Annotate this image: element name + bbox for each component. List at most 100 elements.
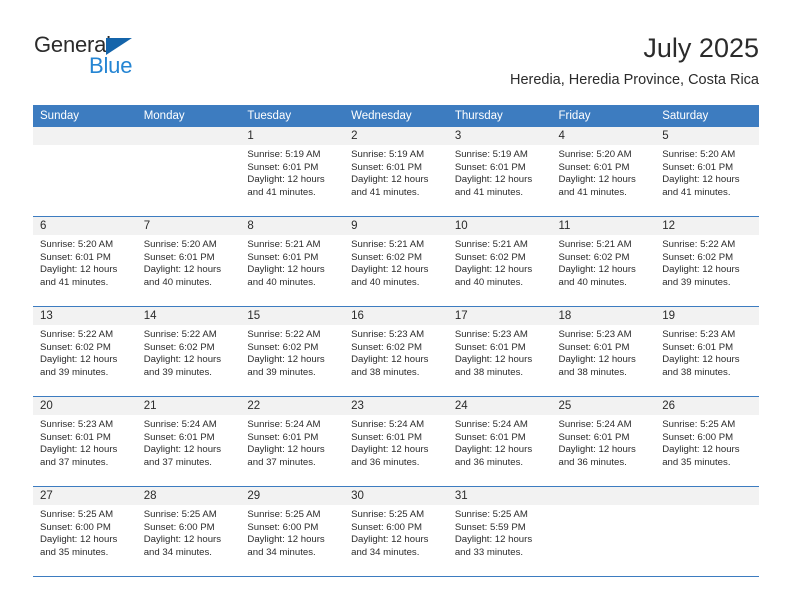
sunrise-text: Sunrise: 5:20 AM: [40, 239, 114, 250]
day-details: Sunrise: 5:23 AM Sunset: 6:02 PM Daylight:…: [344, 325, 448, 379]
daylight-text-line1: Daylight: 12 hours: [662, 354, 740, 366]
weekday-header-monday: Monday: [136, 105, 241, 127]
day-details: Sunrise: 5:23 AM Sunset: 6:01 PM Daylight:…: [552, 325, 656, 379]
calendar-day-cell[interactable]: 27 Sunrise: 5:25 AM Sunset: 6:00 PM Dayligh…: [33, 486, 137, 577]
weekday-header-tuesday: Tuesday: [240, 105, 345, 127]
calendar-day-cell[interactable]: [33, 127, 137, 217]
calendar-day-cell[interactable]: [655, 486, 759, 577]
calendar-day-cell[interactable]: 16 Sunrise: 5:23 AM Sunset: 6:02 PM Dayligh…: [344, 306, 448, 397]
calendar-day-cell[interactable]: 22 Sunrise: 5:24 AM Sunset: 6:01 PM Dayligh…: [240, 396, 345, 487]
sunrise-text: Sunrise: 5:24 AM: [247, 419, 321, 430]
sunrise-text: Sunrise: 5:21 AM: [558, 239, 632, 250]
day-number: 22: [240, 397, 345, 415]
daylight-text-line1: Daylight: 12 hours: [351, 354, 429, 366]
sunset-text: Sunset: 6:00 PM: [662, 431, 734, 443]
sunset-text: Sunset: 6:01 PM: [40, 251, 111, 263]
daylight-text-line1: Daylight: 12 hours: [351, 534, 429, 546]
calendar-day-cell[interactable]: 15 Sunrise: 5:22 AM Sunset: 6:02 PM Dayligh…: [240, 306, 345, 397]
calendar-day-cell[interactable]: 19 Sunrise: 5:23 AM Sunset: 6:01 PM Dayligh…: [655, 306, 759, 397]
calendar-day-cell[interactable]: 23 Sunrise: 5:24 AM Sunset: 6:01 PM Dayligh…: [344, 396, 448, 487]
calendar-day-cell[interactable]: 31 Sunrise: 5:25 AM Sunset: 5:59 PM Dayligh…: [447, 486, 552, 577]
daylight-text-line1: Daylight: 12 hours: [143, 534, 222, 546]
calendar-day-cell[interactable]: 2 Sunrise: 5:19 AM Sunset: 6:01 PM Daylight…: [344, 127, 448, 217]
day-cell-content: 27 Sunrise: 5:25 AM Sunset: 6:00 PM Dayligh…: [33, 487, 137, 576]
sunrise-text: Sunrise: 5:20 AM: [143, 239, 217, 250]
sunset-text: Sunset: 6:01 PM: [558, 431, 630, 443]
calendar-day-cell[interactable]: [551, 486, 656, 577]
calendar-day-cell[interactable]: 25 Sunrise: 5:24 AM Sunset: 6:01 PM Dayligh…: [551, 396, 656, 487]
calendar-header-row: Sunday Monday Tuesday Wednesday Thursday Frid…: [33, 105, 759, 127]
daylight-text-line2: and 35 minutes.: [40, 546, 109, 558]
calendar-day-cell[interactable]: [136, 127, 241, 217]
daylight-text-line2: and 37 minutes.: [40, 456, 109, 468]
day-details: Sunrise: 5:21 AM Sunset: 6:02 PM Daylight:…: [344, 235, 448, 289]
calendar-day-cell[interactable]: 5 Sunrise: 5:20 AM Sunset: 6:01 PM Daylight…: [655, 127, 759, 217]
day-cell-content: 2 Sunrise: 5:19 AM Sunset: 6:01 PM Daylight…: [344, 127, 448, 216]
sunset-text: Sunset: 6:01 PM: [40, 431, 111, 443]
day-number: 17: [447, 307, 552, 325]
calendar-day-cell[interactable]: 29 Sunrise: 5:25 AM Sunset: 6:00 PM Dayligh…: [240, 486, 345, 577]
calendar-day-cell[interactable]: 17 Sunrise: 5:23 AM Sunset: 6:01 PM Dayligh…: [447, 306, 552, 397]
day-cell-content: 19 Sunrise: 5:23 AM Sunset: 6:01 PM Dayligh…: [655, 307, 759, 396]
calendar-day-cell[interactable]: 28 Sunrise: 5:25 AM Sunset: 6:00 PM Dayligh…: [136, 486, 241, 577]
day-cell-content: 3 Sunrise: 5:19 AM Sunset: 6:01 PM Daylight…: [447, 127, 552, 216]
calendar-week-row: 27 Sunrise: 5:25 AM Sunset: 6:00 PM Dayligh…: [33, 486, 759, 577]
calendar-week-row: 13 Sunrise: 5:22 AM Sunset: 6:02 PM Dayligh…: [33, 306, 759, 397]
calendar-day-cell[interactable]: 10 Sunrise: 5:21 AM Sunset: 6:02 PM Dayligh…: [447, 216, 552, 307]
daylight-text-line1: Daylight: 12 hours: [558, 174, 636, 186]
calendar-day-cell[interactable]: 4 Sunrise: 5:20 AM Sunset: 6:01 PM Daylight…: [551, 127, 656, 217]
calendar-day-cell[interactable]: 9 Sunrise: 5:21 AM Sunset: 6:02 PM Daylight…: [344, 216, 448, 307]
calendar-day-cell[interactable]: 3 Sunrise: 5:19 AM Sunset: 6:01 PM Daylight…: [447, 127, 552, 217]
calendar-week-row: 1 Sunrise: 5:19 AM Sunset: 6:01 PM Daylight…: [33, 127, 759, 217]
sunset-text: Sunset: 6:02 PM: [454, 251, 526, 263]
daylight-text-line1: Daylight: 12 hours: [351, 174, 429, 186]
daylight-text-line1: Daylight: 12 hours: [351, 264, 429, 276]
calendar-day-cell[interactable]: 26 Sunrise: 5:25 AM Sunset: 6:00 PM Dayligh…: [655, 396, 759, 487]
day-number: 8: [240, 217, 345, 235]
sunrise-text: Sunrise: 5:23 AM: [454, 329, 528, 340]
sunset-text: Sunset: 6:02 PM: [351, 251, 423, 263]
calendar-day-cell[interactable]: 18 Sunrise: 5:23 AM Sunset: 6:01 PM Dayligh…: [551, 306, 656, 397]
daylight-text-line2: and 40 minutes.: [454, 276, 524, 288]
daylight-text-line2: and 39 minutes.: [143, 366, 212, 378]
calendar-day-cell[interactable]: 20 Sunrise: 5:23 AM Sunset: 6:01 PM Dayligh…: [33, 396, 137, 487]
daylight-text-line2: and 34 minutes.: [351, 546, 420, 558]
day-number: [655, 487, 759, 505]
daylight-text-line2: and 41 minutes.: [351, 186, 420, 198]
daylight-text-line1: Daylight: 12 hours: [247, 534, 325, 546]
day-cell-content: 7 Sunrise: 5:20 AM Sunset: 6:01 PM Daylight…: [136, 217, 241, 306]
daylight-text-line1: Daylight: 12 hours: [454, 534, 533, 546]
calendar-page: General Blue July 2025 Heredia, Heredia …: [0, 0, 792, 612]
sunrise-text: Sunrise: 5:24 AM: [454, 419, 528, 430]
calendar-week-row: 20 Sunrise: 5:23 AM Sunset: 6:01 PM Dayligh…: [33, 396, 759, 487]
daylight-text-line2: and 34 minutes.: [143, 546, 212, 558]
day-number: 11: [551, 217, 656, 235]
day-details: Sunrise: 5:20 AM Sunset: 6:01 PM Daylight:…: [33, 235, 137, 289]
daylight-text-line2: and 33 minutes.: [454, 546, 524, 558]
calendar-day-cell[interactable]: 30 Sunrise: 5:25 AM Sunset: 6:00 PM Dayligh…: [344, 486, 448, 577]
sunrise-text: Sunrise: 5:21 AM: [454, 239, 528, 250]
daylight-text-line1: Daylight: 12 hours: [143, 264, 222, 276]
calendar-day-cell[interactable]: 14 Sunrise: 5:22 AM Sunset: 6:02 PM Dayligh…: [136, 306, 241, 397]
daylight-text-line1: Daylight: 12 hours: [247, 444, 325, 456]
daylight-text-line2: and 41 minutes.: [558, 186, 627, 198]
calendar-day-cell[interactable]: 24 Sunrise: 5:24 AM Sunset: 6:01 PM Dayligh…: [447, 396, 552, 487]
calendar-day-cell[interactable]: 21 Sunrise: 5:24 AM Sunset: 6:01 PM Dayligh…: [136, 396, 241, 487]
day-cell-content: 5 Sunrise: 5:20 AM Sunset: 6:01 PM Daylight…: [655, 127, 759, 216]
daylight-text-line1: Daylight: 12 hours: [143, 444, 222, 456]
day-number: 14: [136, 307, 241, 325]
calendar-day-cell[interactable]: 1 Sunrise: 5:19 AM Sunset: 6:01 PM Daylight…: [240, 127, 345, 217]
calendar-day-cell[interactable]: 12 Sunrise: 5:22 AM Sunset: 6:02 PM Dayligh…: [655, 216, 759, 307]
calendar-body: 1 Sunrise: 5:19 AM Sunset: 6:01 PM Daylight…: [33, 127, 759, 577]
daylight-text-line1: Daylight: 12 hours: [662, 264, 740, 276]
day-details: Sunrise: 5:19 AM Sunset: 6:01 PM Daylight:…: [344, 145, 448, 199]
day-details: Sunrise: 5:24 AM Sunset: 6:01 PM Daylight:…: [448, 415, 552, 469]
calendar-day-cell[interactable]: 6 Sunrise: 5:20 AM Sunset: 6:01 PM Daylight…: [33, 216, 137, 307]
calendar-day-cell[interactable]: 13 Sunrise: 5:22 AM Sunset: 6:02 PM Dayligh…: [33, 306, 137, 397]
sunrise-text: Sunrise: 5:24 AM: [143, 419, 217, 430]
calendar-day-cell[interactable]: 8 Sunrise: 5:21 AM Sunset: 6:01 PM Daylight…: [240, 216, 345, 307]
calendar-day-cell[interactable]: 7 Sunrise: 5:20 AM Sunset: 6:01 PM Daylight…: [136, 216, 241, 307]
sunset-text: Sunset: 6:02 PM: [662, 251, 734, 263]
general-blue-logo[interactable]: General Blue: [33, 31, 253, 81]
calendar-day-cell[interactable]: 11 Sunrise: 5:21 AM Sunset: 6:02 PM Dayligh…: [551, 216, 656, 307]
